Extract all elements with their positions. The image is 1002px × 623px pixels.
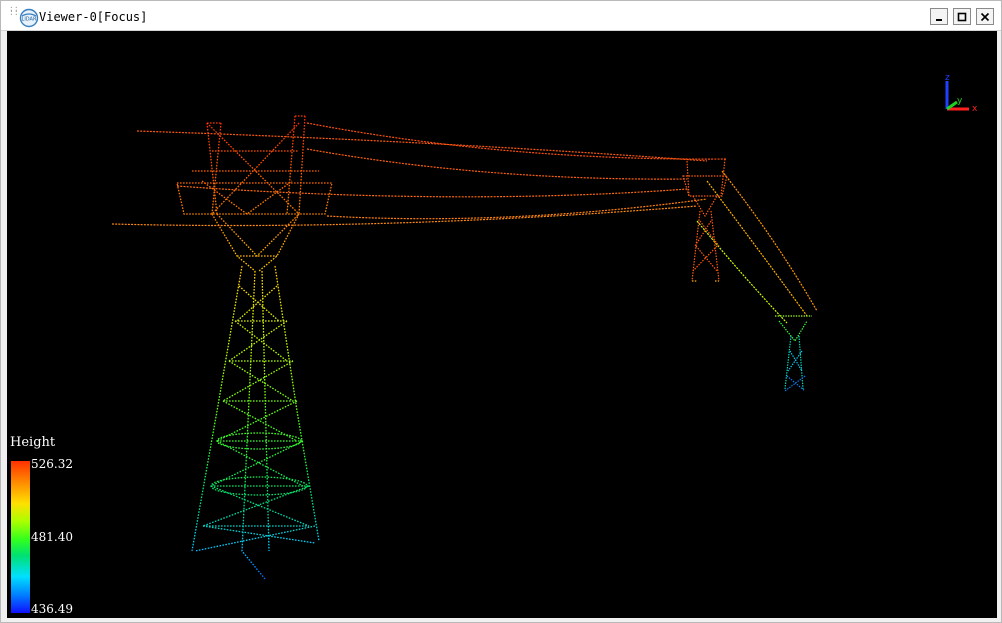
maximize-button[interactable] [953,8,971,25]
svg-text:LIDAR: LIDAR [22,17,37,23]
height-colorbar [11,461,30,613]
minimize-button[interactable] [930,8,948,25]
point-cloud-viewport[interactable]: z y x Height 526.32 481.40 436.49 [7,31,997,618]
svg-text:y: y [957,96,963,106]
minimize-icon [936,18,942,21]
close-icon [980,12,990,21]
maximize-icon [957,12,967,21]
lidar-app-icon: LIDAR [19,8,39,28]
title-bar[interactable]: :::: LIDAR Viewer-0[Focus] [1,1,1001,31]
drag-grip-icon[interactable]: :::: [9,5,19,17]
legend-mid-value: 481.40 [31,530,73,544]
legend-min-value: 436.49 [31,602,73,616]
middle-transmission-tower [682,158,728,282]
legend-max-value: 526.32 [31,457,73,471]
svg-text:x: x [972,104,978,114]
legend-title: Height [10,435,56,450]
window-title: Viewer-0[Focus] [39,10,148,24]
far-transmission-tower [775,315,812,392]
viewer-window: :::: LIDAR Viewer-0[Focus] z y x Height … [0,0,1002,623]
large-transmission-tower [176,115,333,580]
close-button[interactable] [976,8,994,25]
axis-gizmo-icon: z y x [945,73,978,114]
point-cloud-scene[interactable] [7,31,997,618]
svg-text:z: z [945,73,950,83]
